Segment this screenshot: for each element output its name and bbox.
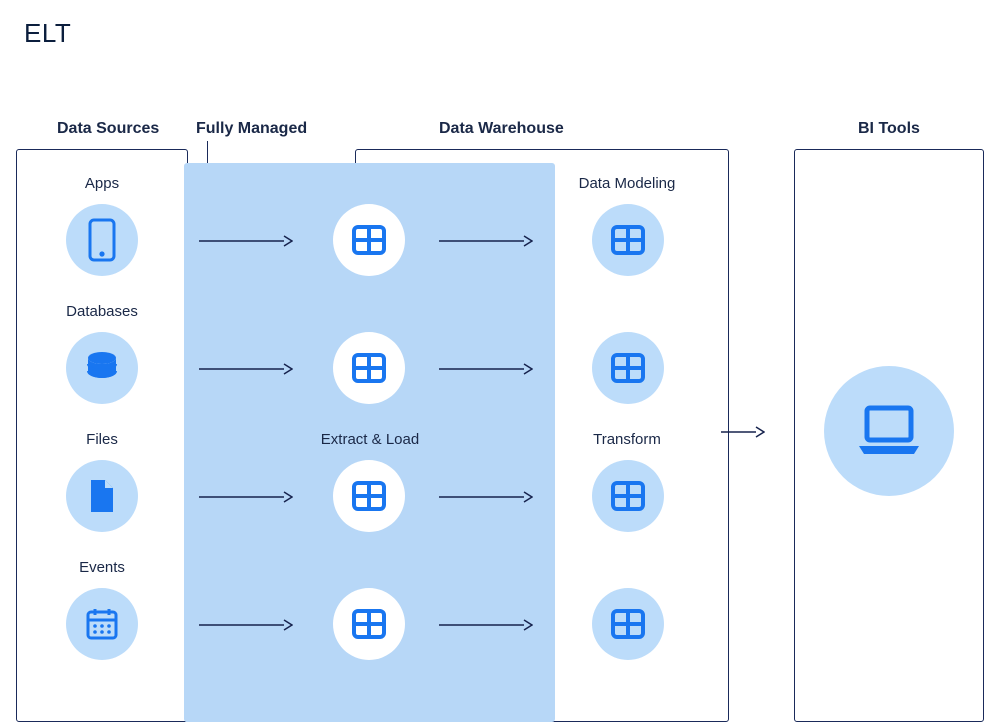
table-icon (592, 588, 664, 660)
arrow-icon (438, 362, 533, 364)
table-icon (333, 204, 405, 276)
arrow-icon (720, 425, 765, 427)
table-icon (592, 460, 664, 532)
elt-diagram: ELT Data Sources Fully Managed Data Ware… (0, 0, 1000, 723)
arrow-icon (198, 490, 293, 492)
col-header-warehouse: Data Warehouse (439, 120, 564, 138)
managed-tick (207, 141, 208, 163)
table-icon (592, 204, 664, 276)
stage-label-modeling: Data Modeling (567, 175, 687, 192)
stage-label-extract-load: Extract & Load (310, 431, 430, 448)
arrow-icon (198, 234, 293, 236)
stage-label-transform: Transform (567, 431, 687, 448)
table-icon (592, 332, 664, 404)
table-icon (333, 332, 405, 404)
table-icon (333, 460, 405, 532)
src-label-apps: Apps (52, 175, 152, 192)
calendar-icon (66, 588, 138, 660)
arrow-icon (438, 618, 533, 620)
arrow-icon (438, 490, 533, 492)
file-icon (66, 460, 138, 532)
arrow-icon (198, 618, 293, 620)
col-header-bi: BI Tools (858, 120, 920, 138)
src-label-files: Files (52, 431, 152, 448)
laptop-icon (824, 366, 954, 496)
col-header-managed: Fully Managed (196, 120, 307, 138)
src-label-events: Events (52, 559, 152, 576)
arrow-icon (198, 362, 293, 364)
database-icon (66, 332, 138, 404)
diagram-title: ELT (24, 18, 71, 49)
arrow-icon (438, 234, 533, 236)
col-header-sources: Data Sources (57, 120, 159, 138)
phone-icon (66, 204, 138, 276)
src-label-databases: Databases (52, 303, 152, 320)
table-icon (333, 588, 405, 660)
